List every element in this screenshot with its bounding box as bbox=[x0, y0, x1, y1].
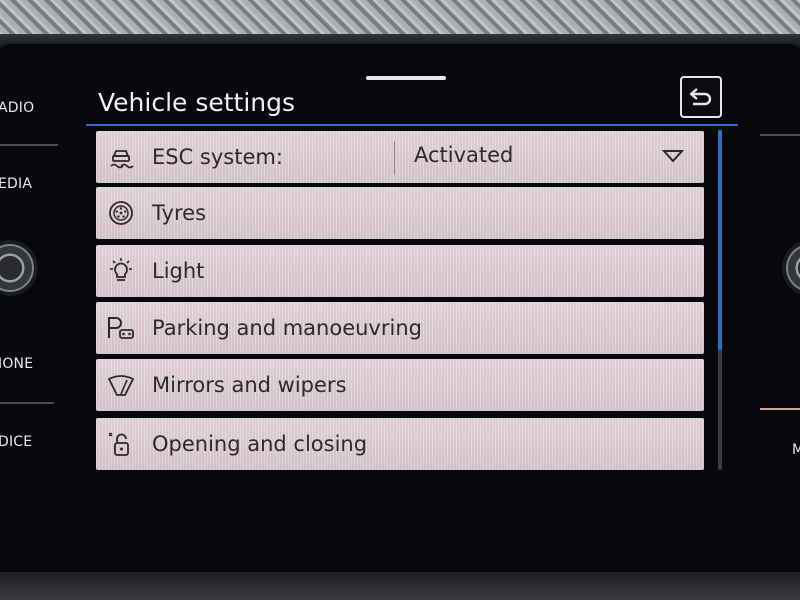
drag-handle[interactable] bbox=[366, 76, 446, 80]
left-side-panel: ADIO EDIA IONE DICE bbox=[0, 52, 60, 572]
tune-knob[interactable] bbox=[782, 240, 800, 296]
dashboard-trim bbox=[0, 0, 800, 48]
side-divider bbox=[760, 408, 800, 410]
side-item-radio[interactable]: ADIO bbox=[0, 100, 34, 116]
side-divider bbox=[0, 144, 58, 146]
right-side-panel: M bbox=[756, 52, 800, 572]
list-item-label: Opening and closing bbox=[152, 432, 368, 456]
tyre-icon bbox=[106, 198, 136, 228]
esc-icon bbox=[106, 142, 136, 172]
side-item-phone[interactable]: IONE bbox=[0, 356, 33, 372]
list-item-esc[interactable]: ESC system: Activated bbox=[96, 131, 704, 183]
light-icon bbox=[106, 256, 136, 286]
list-item-label: ESC system: bbox=[152, 145, 283, 169]
value-separator bbox=[394, 141, 395, 175]
list-item-label: Tyres bbox=[152, 201, 207, 225]
list-item-label: Parking and manoeuvring bbox=[152, 316, 422, 340]
side-item-voice[interactable]: DICE bbox=[0, 434, 32, 450]
list-item-label: Mirrors and wipers bbox=[152, 373, 347, 397]
list-item-parking[interactable]: Parking and manoeuvring bbox=[96, 302, 704, 354]
side-divider bbox=[760, 134, 800, 136]
list-item-opening[interactable]: Opening and closing bbox=[96, 418, 704, 470]
side-divider bbox=[0, 402, 54, 404]
title-divider bbox=[86, 124, 738, 126]
list-item-label: Light bbox=[152, 259, 205, 283]
side-item-menu[interactable]: M bbox=[792, 442, 800, 458]
page-title: Vehicle settings bbox=[98, 88, 296, 117]
list-item-light[interactable]: Light bbox=[96, 245, 704, 297]
volume-knob[interactable] bbox=[0, 240, 38, 296]
side-item-media[interactable]: EDIA bbox=[0, 176, 32, 192]
list-item-mirrors[interactable]: Mirrors and wipers bbox=[96, 359, 704, 411]
chevron-down-icon[interactable] bbox=[662, 149, 684, 163]
scrollbar-thumb[interactable] bbox=[718, 130, 722, 350]
list-item-tyres[interactable]: Tyres bbox=[96, 187, 704, 239]
bottom-trim bbox=[0, 572, 800, 600]
wiper-icon bbox=[106, 370, 136, 400]
esc-status-value[interactable]: Activated bbox=[414, 143, 513, 167]
back-arrow-icon bbox=[689, 88, 712, 106]
parking-icon bbox=[106, 313, 136, 343]
back-button[interactable] bbox=[680, 76, 722, 118]
lock-icon bbox=[106, 429, 136, 459]
